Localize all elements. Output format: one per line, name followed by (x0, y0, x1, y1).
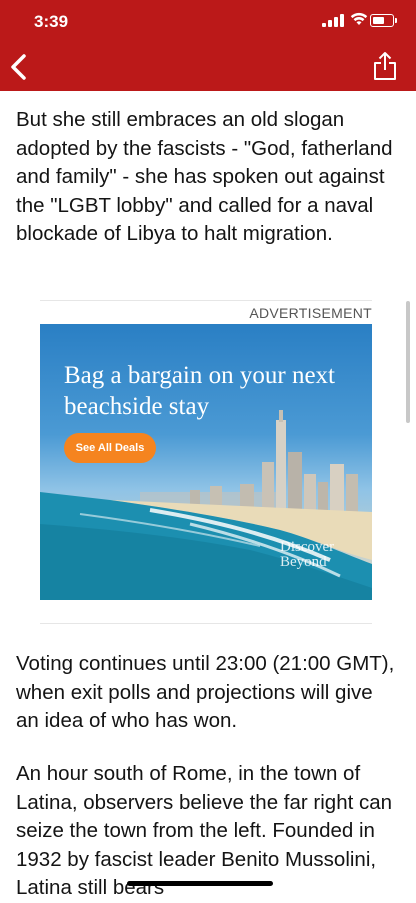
share-button[interactable] (372, 50, 398, 82)
share-icon (374, 52, 396, 80)
article-paragraph: Voting continues until 23:00 (21:00 GMT)… (16, 652, 395, 732)
ad-banner[interactable]: Bag a bargain on your next beachside sta… (40, 324, 372, 600)
home-indicator[interactable] (127, 881, 273, 886)
ad-headline: Bag a bargain on your next beachside sta… (64, 362, 335, 420)
ad-brand-logo: Discover Beyond (280, 540, 350, 570)
wifi-icon (350, 12, 368, 25)
status-time: 3:39 (34, 12, 69, 31)
ad-brand-line2: Beyond (280, 554, 327, 570)
scrollbar[interactable] (406, 301, 410, 423)
ad-label: ADVERTISEMENT (249, 305, 372, 321)
see-all-deals-button[interactable]: See All Deals (64, 433, 156, 463)
ad-divider-bottom (40, 623, 372, 624)
battery-icon (370, 14, 397, 27)
chevron-left-icon (11, 54, 26, 80)
ad-divider-top (40, 300, 372, 301)
signal-icon (322, 14, 344, 27)
article-paragraph: But she still embraces an old slogan ado… (16, 108, 393, 245)
ad-brand-line1: Discover (280, 539, 335, 555)
back-button[interactable] (6, 50, 36, 84)
header-bar: 3:39 (0, 0, 416, 91)
